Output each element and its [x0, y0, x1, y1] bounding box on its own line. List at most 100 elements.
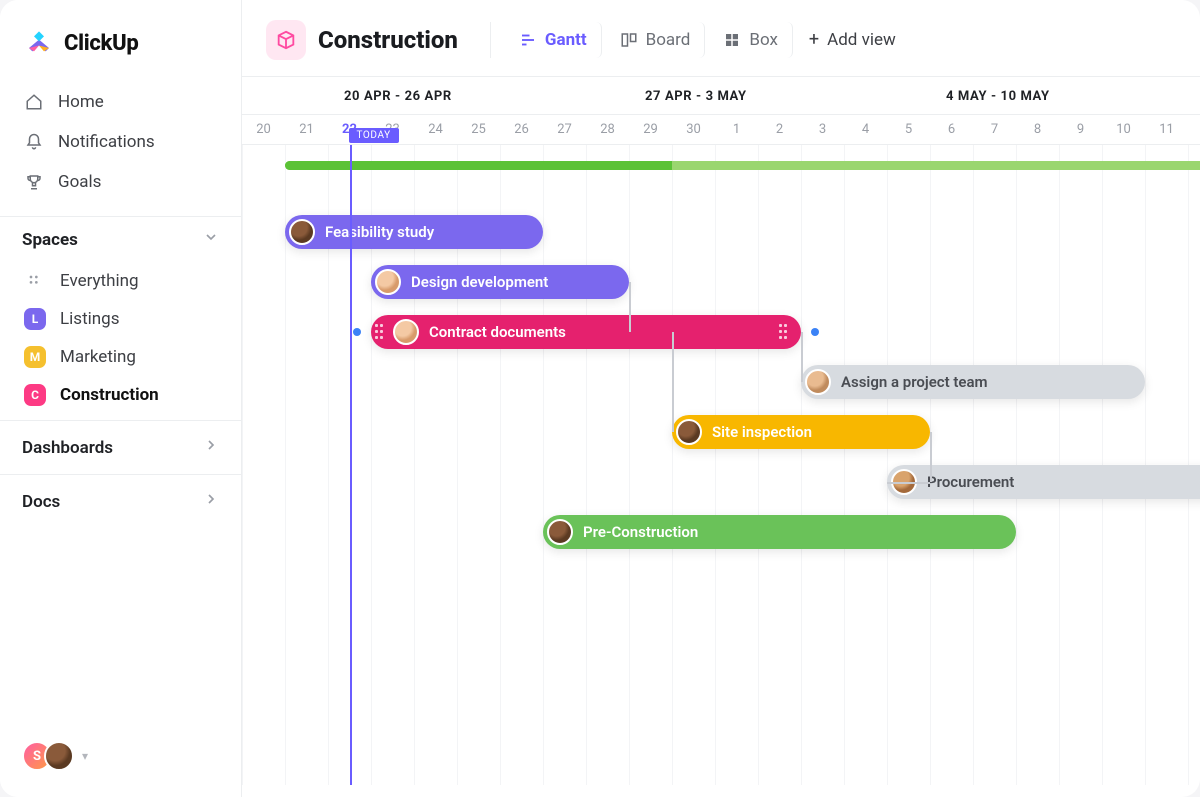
assignee-avatar[interactable] [393, 319, 419, 345]
nav-label: Notifications [58, 132, 155, 152]
view-tabs: Gantt Board Box + Add view [490, 22, 908, 58]
week-cell-lead [242, 77, 328, 114]
drag-grip-icon[interactable] [375, 324, 383, 340]
spaces-list: Everything L Listings M Marketing C Cons… [0, 260, 241, 420]
project-title: Construction [318, 26, 458, 54]
tab-label: Box [749, 30, 778, 50]
task-label: Procurement [927, 473, 1014, 491]
task-bar-t4[interactable]: Assign a project team [801, 365, 1145, 399]
tab-box[interactable]: Box [709, 22, 793, 58]
plus-icon: + [809, 31, 819, 49]
brand-name: ClickUp [64, 31, 139, 56]
summary-progress-done [285, 161, 672, 170]
chevron-right-icon [203, 437, 219, 458]
task-bar-t6[interactable]: Procurement [887, 465, 1200, 499]
space-label: Everything [60, 271, 139, 291]
gantt-body[interactable]: Feasibility study Design development Contr… [242, 145, 1200, 785]
day-cell: 12 [1188, 122, 1200, 137]
home-icon [24, 92, 44, 112]
summary-progress-bar[interactable] [285, 161, 1200, 170]
project-icon [266, 20, 306, 60]
task-label: Assign a project team [841, 373, 988, 391]
resize-handle-right[interactable] [811, 328, 819, 336]
sidebar-footer: S ▾ [0, 723, 241, 797]
spaces-title: Spaces [22, 230, 78, 250]
gantt-view: 20 APR - 26 APR 27 APR - 3 MAY 4 MAY - 1… [242, 77, 1200, 797]
tab-label: Board [646, 30, 691, 50]
add-view-button[interactable]: + Add view [797, 22, 908, 58]
day-cell: 25 [457, 122, 500, 137]
task-row: Design development [242, 265, 1200, 299]
sidebar: ClickUp Home Notifications Goals [0, 0, 242, 797]
nav-notifications[interactable]: Notifications [10, 122, 231, 162]
section-label: Dashboards [22, 438, 113, 458]
assignee-avatar[interactable] [547, 519, 573, 545]
add-view-label: Add view [827, 30, 896, 50]
space-everything[interactable]: Everything [10, 262, 231, 300]
chevron-down-icon [203, 229, 219, 250]
task-label: Design development [411, 273, 548, 291]
day-cell: 2 [758, 122, 801, 137]
nav-goals[interactable]: Goals [10, 162, 231, 202]
trophy-icon [24, 172, 44, 192]
week-header-row: 20 APR - 26 APR 27 APR - 3 MAY 4 MAY - 1… [242, 77, 1200, 115]
assignee-avatar[interactable] [375, 269, 401, 295]
space-badge: M [24, 346, 46, 368]
docs-section[interactable]: Docs [0, 474, 241, 528]
assignee-avatar[interactable] [676, 419, 702, 445]
resize-handle-left[interactable] [353, 328, 361, 336]
box-icon [723, 31, 741, 49]
primary-nav: Home Notifications Goals [0, 78, 241, 206]
nav-home[interactable]: Home [10, 82, 231, 122]
task-row: Feasibility study [242, 215, 1200, 249]
today-marker [350, 145, 352, 785]
tab-label: Gantt [545, 30, 587, 50]
week-cell: 27 APR - 3 MAY [629, 77, 930, 114]
day-cell: 4 [844, 122, 887, 137]
gantt-icon [519, 31, 537, 49]
logo[interactable]: ClickUp [0, 0, 241, 78]
day-cell: 11 [1145, 122, 1188, 137]
nav-label: Home [58, 92, 104, 112]
user-avatars[interactable]: S [22, 741, 74, 771]
avatar[interactable] [44, 741, 74, 771]
day-cell: 29 [629, 122, 672, 137]
task-bar-t3[interactable]: Contract documents [371, 315, 801, 349]
drag-grip-icon[interactable] [779, 324, 787, 340]
chevron-down-icon[interactable]: ▾ [82, 749, 88, 763]
tab-board[interactable]: Board [606, 22, 706, 58]
task-row: Pre-Construction [242, 515, 1200, 549]
space-marketing[interactable]: M Marketing [10, 338, 231, 376]
day-cell: 5 [887, 122, 930, 137]
day-cell: 20 [242, 122, 285, 137]
space-listings[interactable]: L Listings [10, 300, 231, 338]
day-cell: 6 [930, 122, 973, 137]
day-cell: 24 [414, 122, 457, 137]
task-label: Pre-Construction [583, 523, 698, 541]
day-cell: 30 [672, 122, 715, 137]
task-label: Contract documents [429, 323, 566, 341]
board-icon [620, 31, 638, 49]
space-label: Construction [60, 385, 159, 405]
assignee-avatar[interactable] [805, 369, 831, 395]
task-row: Procurement [242, 465, 1200, 499]
tab-gantt[interactable]: Gantt [505, 22, 602, 58]
day-cell: 28 [586, 122, 629, 137]
day-cell: 8 [1016, 122, 1059, 137]
task-bar-t1[interactable]: Feasibility study [285, 215, 543, 249]
space-badge: C [24, 384, 46, 406]
task-bar-t7[interactable]: Pre-Construction [543, 515, 1016, 549]
week-cell: 20 APR - 26 APR [328, 77, 629, 114]
task-label: Site inspection [712, 423, 812, 441]
section-label: Docs [22, 492, 60, 512]
day-cell: 21 [285, 122, 328, 137]
task-bar-t2[interactable]: Design development [371, 265, 629, 299]
task-bar-t5[interactable]: Site inspection [672, 415, 930, 449]
assignee-avatar[interactable] [289, 219, 315, 245]
space-construction[interactable]: C Construction [10, 376, 231, 414]
spaces-header[interactable]: Spaces [0, 216, 241, 260]
day-cell: 7 [973, 122, 1016, 137]
space-label: Marketing [60, 347, 136, 367]
nav-label: Goals [58, 172, 101, 192]
dashboards-section[interactable]: Dashboards [0, 420, 241, 474]
